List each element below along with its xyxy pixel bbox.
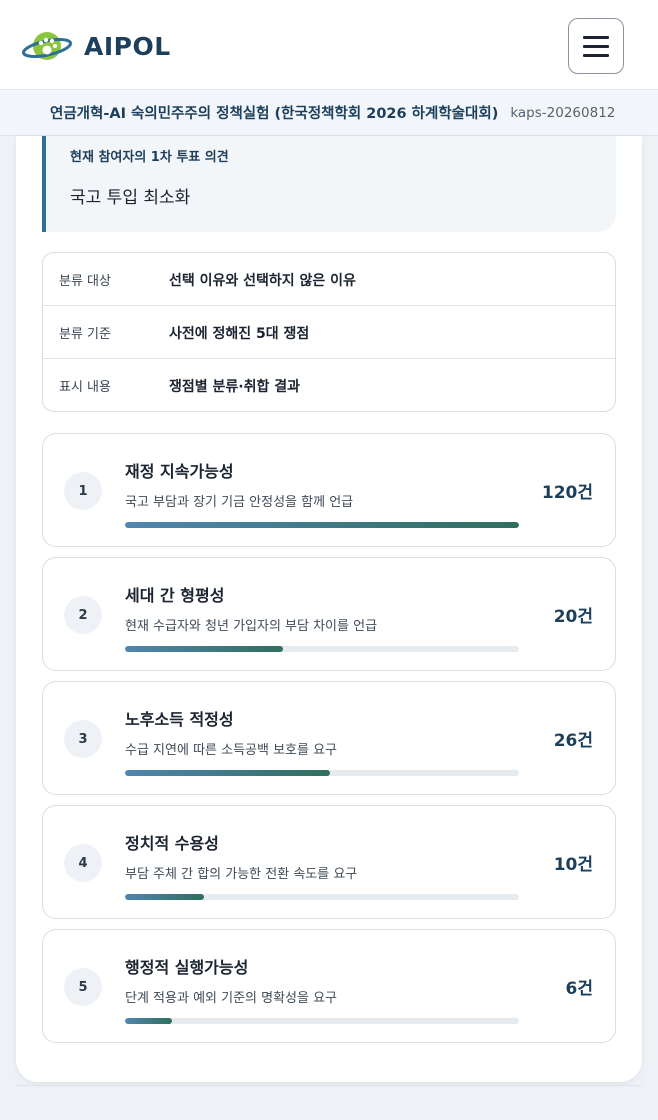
issue-progress-track	[125, 894, 519, 900]
current-opinion-box: 현재 참여자의 1차 투표 의견 국고 투입 최소화	[42, 136, 616, 232]
issue-progress-fill	[125, 770, 330, 776]
meta-row-display: 표시 내용 쟁점별 분류·취합 결과	[43, 359, 615, 411]
app-header: AIPOL	[0, 0, 658, 90]
issue-title: 행정적 실행가능성	[125, 958, 249, 977]
issue-number-badge: 2	[64, 596, 102, 634]
issue-progress-track	[125, 522, 519, 528]
classification-info-table: 분류 대상 선택 이유와 선택하지 않은 이유 분류 기준 사전에 정해진 5대…	[42, 252, 616, 412]
issue-progress-fill	[125, 894, 204, 900]
hamburger-menu-icon-line	[583, 53, 609, 57]
hamburger-menu-icon	[583, 35, 609, 39]
issue-count: 6건	[565, 979, 593, 999]
issue-description: 현재 수급자와 청년 가입자의 부담 차이를 언급	[125, 619, 378, 634]
meta-row-criteria: 분류 기준 사전에 정해진 5대 쟁점	[43, 306, 615, 359]
brand-name: AIPOL	[84, 31, 171, 61]
issue-progress-fill	[125, 1018, 173, 1024]
meta-key: 분류 대상	[59, 274, 111, 289]
page-bottom-divider	[16, 1085, 642, 1086]
meta-key: 분류 기준	[59, 327, 111, 342]
brand-logo[interactable]: AIPOL	[22, 26, 171, 66]
issue-number-badge: 1	[64, 472, 102, 510]
issue-card[interactable]: 3 노후소득 적정성 수급 지연에 따른 소득공백 보호를 요구 26건	[42, 681, 616, 795]
issue-description: 단계 적용과 예외 기준의 명확성을 요구	[125, 991, 338, 1006]
opinion-label: 현재 참여자의 1차 투표 의견	[70, 150, 229, 165]
issue-progress-track	[125, 770, 519, 776]
issue-description: 부담 주체 간 합의 가능한 전환 속도를 요구	[125, 867, 358, 882]
meta-value: 선택 이유와 선택하지 않은 이유	[169, 273, 356, 289]
issue-title: 세대 간 형평성	[125, 586, 225, 605]
issue-count: 10건	[553, 855, 593, 875]
issue-title: 노후소득 적정성	[125, 710, 234, 729]
meta-value: 사전에 정해진 5대 쟁점	[169, 326, 310, 342]
issue-progress-track	[125, 1018, 519, 1024]
issue-title: 재정 지속가능성	[125, 462, 234, 481]
issue-progress-fill	[125, 522, 519, 528]
issue-number-badge: 3	[64, 720, 102, 758]
issue-card[interactable]: 1 재정 지속가능성 국고 부담과 장기 기금 안정성을 함께 언급 120건	[42, 433, 616, 547]
session-title: 연금개혁-AI 숙의민주주의 정책실험 (한국정책학회 2026 하계학술대회)	[50, 106, 499, 122]
session-info-bar: 연금개혁-AI 숙의민주주의 정책실험 (한국정책학회 2026 하계학술대회)…	[0, 90, 658, 136]
meta-key: 표시 내용	[59, 380, 111, 395]
meta-row-target: 분류 대상 선택 이유와 선택하지 않은 이유	[43, 253, 615, 306]
issue-count: 20건	[553, 607, 593, 627]
issue-progress-fill	[125, 646, 283, 652]
results-card: 현재 참여자의 1차 투표 의견 국고 투입 최소화 분류 대상 선택 이유와 …	[16, 136, 642, 1082]
issue-progress-track	[125, 646, 519, 652]
hamburger-menu-icon-line	[583, 44, 609, 48]
issue-card[interactable]: 5 행정적 실행가능성 단계 적용과 예외 기준의 명확성을 요구 6건	[42, 929, 616, 1043]
opinion-value: 국고 투입 최소화	[70, 188, 191, 208]
session-code: kaps-20260812	[510, 104, 616, 121]
issue-card[interactable]: 2 세대 간 형평성 현재 수급자와 청년 가입자의 부담 차이를 언급 20건	[42, 557, 616, 671]
issue-card[interactable]: 4 정치적 수용성 부담 주체 간 합의 가능한 전환 속도를 요구 10건	[42, 805, 616, 919]
meta-value: 쟁점별 분류·취합 결과	[169, 379, 300, 395]
issue-description: 국고 부담과 장기 기금 안정성을 함께 언급	[125, 495, 354, 510]
issue-number-badge: 4	[64, 844, 102, 882]
issue-number-badge: 5	[64, 968, 102, 1006]
issue-count: 26건	[553, 731, 593, 751]
issue-title: 정치적 수용성	[125, 834, 219, 853]
menu-button[interactable]	[568, 18, 624, 74]
issue-description: 수급 지연에 따른 소득공백 보호를 요구	[125, 743, 338, 758]
paw-planet-logo-icon	[22, 32, 73, 60]
issue-count: 120건	[541, 483, 593, 503]
